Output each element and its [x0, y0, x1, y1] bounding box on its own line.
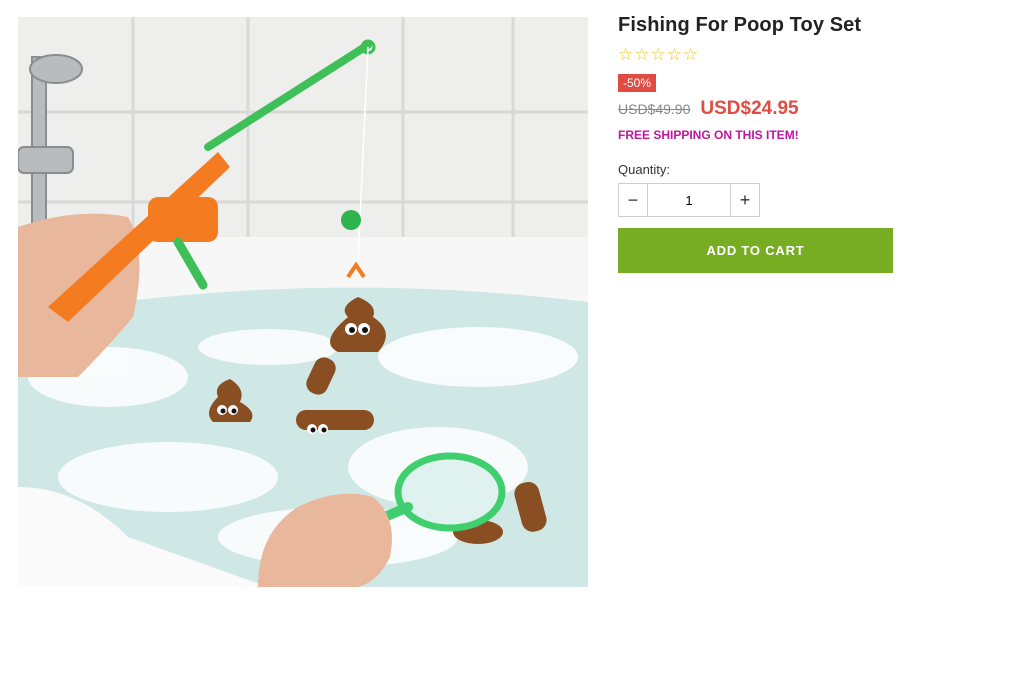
star-icon[interactable]: ☆ — [651, 46, 666, 63]
star-icon[interactable]: ☆ — [634, 46, 649, 63]
product-info: Fishing For Poop Toy Set ☆ ☆ ☆ ☆ ☆ -50% … — [618, 14, 998, 273]
quantity-label: Quantity: — [618, 162, 671, 177]
star-icon[interactable]: ☆ — [683, 46, 698, 63]
rating-stars[interactable]: ☆ ☆ ☆ ☆ ☆ — [618, 46, 998, 63]
product-photo[interactable] — [18, 17, 588, 587]
price-row: USD$49.90 USD$24.95 — [618, 98, 998, 120]
add-to-cart-button[interactable]: ADD TO CART — [618, 228, 893, 273]
quantity-input[interactable] — [647, 184, 731, 216]
decrement-button[interactable]: − — [619, 184, 647, 216]
sale-price: USD$24.95 — [700, 98, 799, 119]
discount-badge: -50% — [618, 74, 657, 92]
product-title: Fishing For Poop Toy Set — [618, 14, 862, 36]
quantity-stepper: − + — [618, 183, 760, 217]
star-icon[interactable]: ☆ — [618, 46, 633, 63]
star-icon[interactable]: ☆ — [667, 46, 682, 63]
original-price: USD$49.90 — [618, 101, 691, 117]
increment-button[interactable]: + — [731, 184, 759, 216]
shipping-note: FREE SHIPPING ON THIS ITEM! — [618, 128, 799, 142]
